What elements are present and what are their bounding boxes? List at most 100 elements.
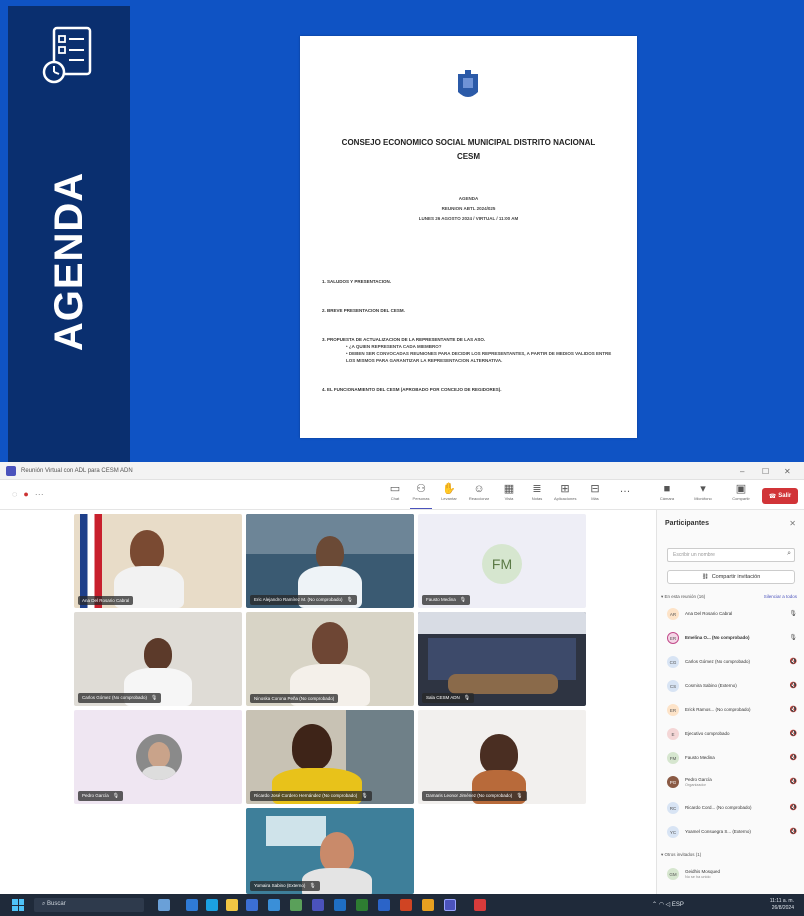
widgets-icon[interactable] (186, 899, 198, 911)
react-button[interactable]: ☺ Reaccionar (468, 483, 490, 509)
video-tile[interactable]: FM Fausto Medina 🎙 (418, 514, 586, 608)
volume-icon: ◁ (665, 902, 671, 908)
participant-row[interactable]: ER Erick Ramos... (No comprobado) 🔇 (663, 702, 799, 718)
tile-name: Yomaira Sabino (Externo) 🎙 (250, 881, 320, 891)
video-tile[interactable]: Pedro García 🎙 (74, 710, 242, 804)
mic-icon: 🎙 (346, 597, 353, 603)
in-meeting-section[interactable]: ▾ En esta reunión (16) Silenciar a todos (661, 594, 801, 600)
teams-active-icon[interactable] (444, 899, 456, 911)
mic-off-icon: 🔇 (789, 707, 797, 713)
video-tile[interactable]: Damaris Leonor Jiménez (No comprobado) 🎙 (418, 710, 586, 804)
agenda-item: 4. EL FUNCIONAMIENTO DEL CESM (APROBADO … (322, 387, 502, 392)
video-tile[interactable]: Yomaira Sabino (Externo) 🎙 (246, 808, 414, 894)
smile-icon: ☺ (473, 483, 485, 495)
ellipsis-button[interactable]: … (614, 483, 636, 509)
more-icon: ⊟ (590, 483, 600, 495)
panel-title: Participantes (665, 520, 709, 527)
camera-button[interactable]: ■ Cámara (656, 483, 678, 509)
minimize-icon[interactable]: – (740, 467, 744, 476)
mic-button[interactable]: ▾ Micrófono (692, 483, 714, 509)
mic-icon: 🎙 (463, 695, 471, 701)
share-button[interactable]: ▣ Compartir (730, 483, 752, 509)
mail-icon[interactable] (268, 899, 280, 911)
taskview-icon[interactable] (158, 899, 170, 911)
notes-button[interactable]: ≣ Notas (526, 483, 548, 509)
teams-icon[interactable] (312, 899, 324, 911)
leave-button[interactable]: ☎ Salir (762, 488, 798, 504)
wall-art (266, 816, 326, 846)
video-tile[interactable]: Sala CESM ADN 🎙 (418, 612, 586, 706)
mic-off-icon: 🔇 (789, 829, 797, 835)
participant-row[interactable]: YC Yoamel Consuegra S... (Externo) 🔇 (663, 824, 799, 840)
person-head (320, 832, 354, 872)
avatar: E (667, 728, 679, 740)
participant-row[interactable]: CG Carlos Gómez (No comprobado) 🔇 (663, 654, 799, 670)
person-head (316, 536, 344, 570)
mic-icon: 🎙 (789, 635, 797, 641)
agenda-document: CONSEJO ECONOMICO SOCIAL MUNICIPAL DISTR… (300, 36, 637, 438)
participant-row[interactable]: RC Ricardo Cord... (No comprobado) 🔇 (663, 800, 799, 816)
maps-icon[interactable] (290, 899, 302, 911)
shared-slide: AGENDA CONSEJO ECONOMICO SOCIAL MUNICIPA… (0, 0, 804, 462)
participant-row[interactable]: PG Pedro García Organizador 🔇 (663, 774, 799, 794)
participant-row[interactable]: GM Geidhis Mosqued No se ha unido (663, 866, 799, 886)
maximize-icon[interactable]: ☐ (762, 467, 769, 476)
participant-row[interactable]: FM Fausto Medina 🔇 (663, 750, 799, 766)
participant-row[interactable]: ER Emelina O... (No comprobado) 🎙 (663, 630, 799, 646)
store-icon[interactable] (246, 899, 258, 911)
record-icon[interactable]: ● (23, 489, 28, 499)
powerpoint-icon[interactable] (400, 899, 412, 911)
file-explorer-icon[interactable] (226, 899, 238, 911)
video-tile[interactable]: Ricardo José Cordero Hernández (No compr… (246, 710, 414, 804)
outlook-icon[interactable] (378, 899, 390, 911)
person-head (292, 724, 332, 770)
mic-icon: 🎙 (112, 793, 120, 799)
edge-icon[interactable] (206, 899, 218, 911)
mic-icon: 🎙 (309, 883, 316, 889)
people-button[interactable]: ⚇ Personas (410, 483, 432, 509)
mic-icon: 🎙 (151, 695, 158, 701)
taskbar-search-input[interactable]: ⌕ Buscar (34, 898, 144, 912)
video-tile[interactable]: Ninoska Corona Peña (No comprobado) (246, 612, 414, 706)
teams-window: Reunión Virtual con ADL para CESM ADN – … (0, 462, 804, 894)
participant-search-input[interactable]: Escribir un nombre ⌕ (667, 548, 795, 562)
invited-section[interactable]: ▾ Otros invitados (1) (661, 852, 701, 858)
video-tile[interactable]: Eric Alejandro Ramírez M. (No comprobado… (246, 514, 414, 608)
tile-name: Ricardo José Cordero Hernández (No compr… (250, 791, 372, 801)
tile-name: Fausto Medina 🎙 (422, 595, 471, 605)
conference-table (448, 674, 558, 694)
apps-button[interactable]: ⊞ Aplicaciones (554, 483, 576, 509)
people-icon: ⚇ (416, 483, 426, 495)
word-icon[interactable] (334, 899, 346, 911)
participant-row[interactable]: AR Ana Del Rosario Cabral 🎙 (663, 606, 799, 622)
chat-button[interactable]: ▭ Chat (384, 483, 406, 509)
system-tray[interactable]: ⌃ ◠ ◁ ESP (652, 901, 684, 908)
windows-start-icon[interactable] (12, 899, 24, 911)
more-options-icon[interactable]: ··· (35, 489, 44, 499)
view-button[interactable]: ▦ Vista (498, 483, 520, 509)
mute-all-link[interactable]: Silenciar a todos (764, 594, 797, 599)
participant-row[interactable]: E Ejecutivo comprobado 🔇 (663, 726, 799, 742)
chrome-icon[interactable] (422, 899, 434, 911)
camera-icon: ■ (663, 483, 671, 495)
clock[interactable]: 11:11 a. m. 26/8/2024 (770, 898, 794, 912)
clock-time: 11:11 a. m. (769, 898, 794, 904)
app-icon[interactable] (474, 899, 486, 911)
excel-icon[interactable] (356, 899, 368, 911)
doc-title: CONSEJO ECONOMICO SOCIAL MUNICIPAL DISTR… (341, 138, 596, 147)
close-icon[interactable]: ✕ (789, 519, 796, 528)
mic-icon: 🎙 (361, 793, 368, 799)
participant-row[interactable]: CS Cosmira Sabino (Externo) 🔇 (663, 678, 799, 694)
share-invite-button[interactable]: ⛓ Compartir invitación (667, 570, 795, 584)
close-window-icon[interactable]: ✕ (784, 467, 791, 476)
mic-off-icon: 🔇 (789, 779, 797, 785)
video-tile[interactable]: Carlos Gómez (No comprobado) 🎙 (74, 612, 242, 706)
raise-hand-button[interactable]: ✋ Levantar (438, 483, 460, 509)
ceiling-background (418, 612, 586, 634)
video-tile[interactable]: Ana Del Rosario Cabral (74, 514, 242, 608)
more-button[interactable]: ⊟ Más (584, 483, 606, 509)
avatar: PG (667, 776, 679, 788)
clock-date: 26/8/2024 (771, 905, 794, 911)
chevron-down-icon: ▾ (661, 594, 664, 599)
shield-icon[interactable]: ◌ (12, 489, 17, 499)
